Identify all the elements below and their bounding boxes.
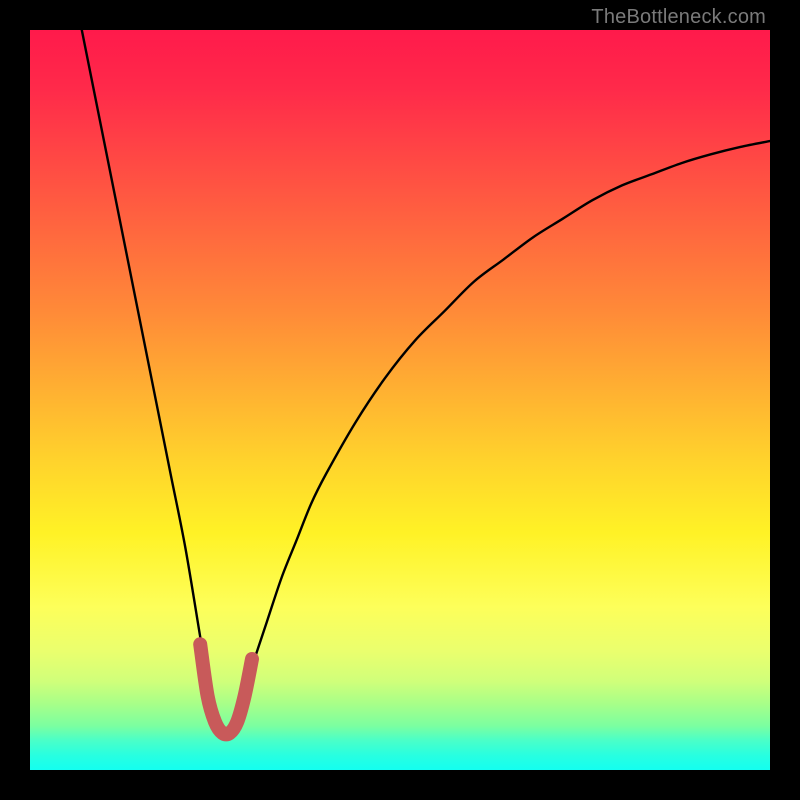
chart-frame xyxy=(30,30,770,770)
watermark: TheBottleneck.com xyxy=(591,6,766,29)
minimum-highlight xyxy=(200,644,252,734)
chart-svg xyxy=(30,30,770,770)
bottleneck-curve xyxy=(82,30,770,736)
